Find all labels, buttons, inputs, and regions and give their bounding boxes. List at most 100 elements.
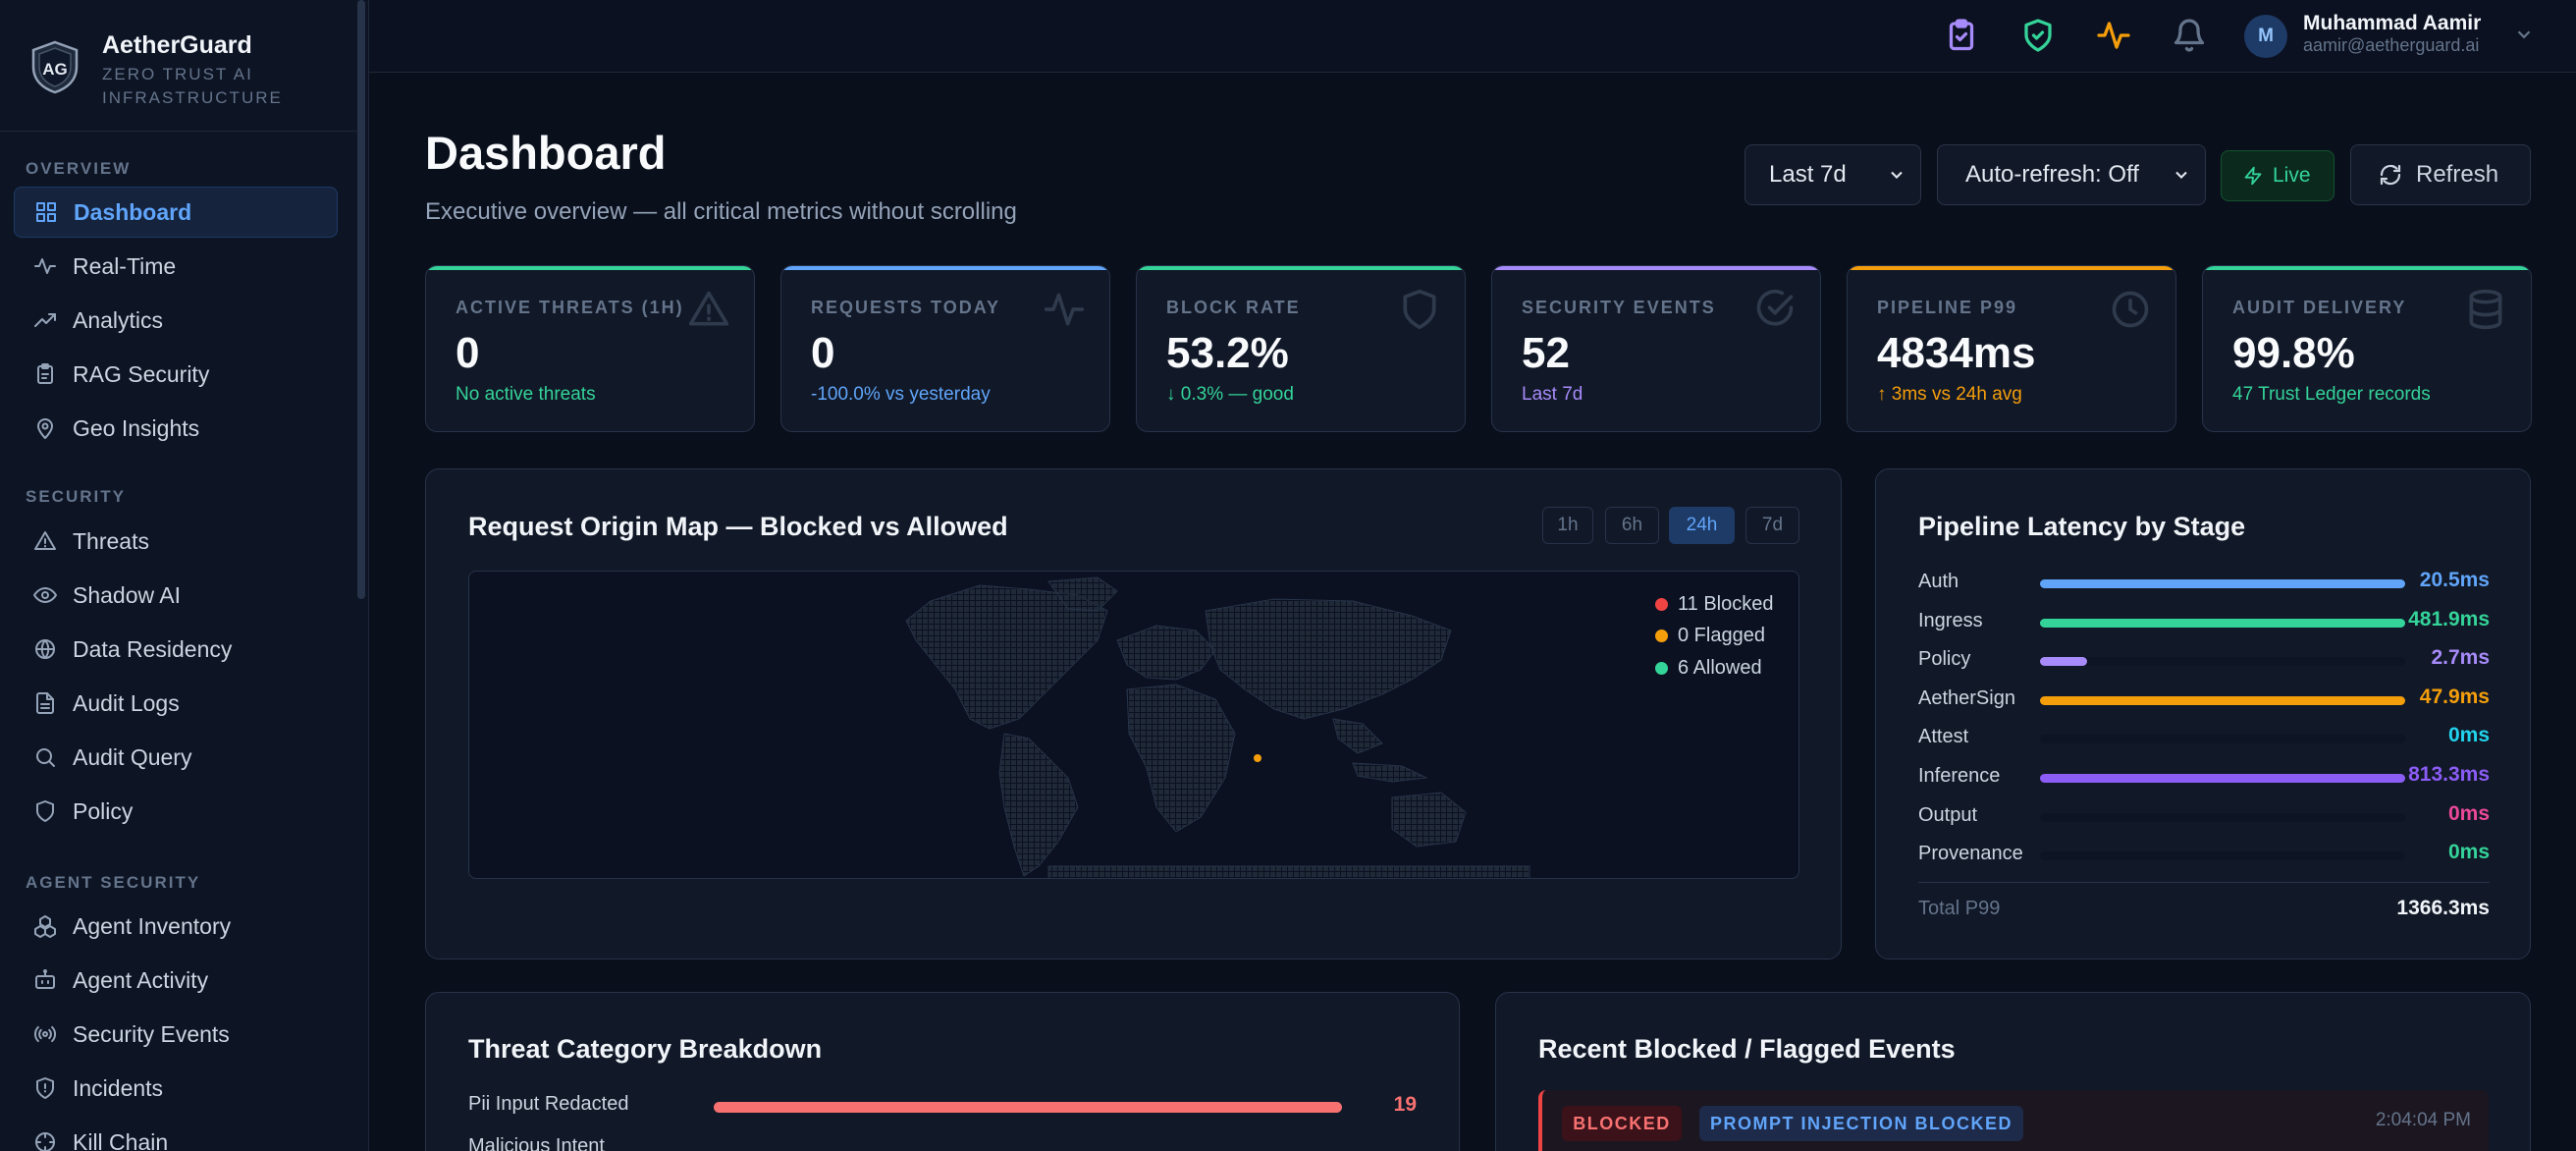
latency-stage-value: 0ms [2447,724,2490,747]
user-name[interactable]: Muhammad Aamir [2303,12,2481,35]
range-select[interactable]: Last 7d [1744,144,1921,205]
latency-row-output[interactable]: Output 0ms [1918,796,2490,836]
clipboard-check-icon[interactable] [1944,18,1979,53]
zap-icon [2244,166,2262,186]
latency-stage-value: 481.9ms [2408,607,2490,630]
world-map[interactable] [468,571,1799,879]
kpi-label: REQUESTS TODAY [811,298,1001,317]
kpi-card-pipeline-p99[interactable]: PIPELINE P99 4834ms ↑ 3ms vs 24h avg [1847,265,2176,432]
legend-flagged: 0 Flagged [1655,625,1765,647]
sidebar-item-data-residency[interactable]: Data Residency [14,624,338,675]
latency-stage-name: Attest [1918,726,1969,748]
eye-icon [33,587,57,603]
kpi-value: 53.2% [1166,329,1289,377]
live-label: Live [2273,164,2311,187]
sidebar-item-threats[interactable]: Threats [14,516,338,567]
sidebar-item-label: Policy [73,797,134,824]
map-pin-icon [37,418,53,439]
shield-check-icon[interactable] [2020,18,2056,53]
latency-row-inference[interactable]: Inference 813.3ms [1918,757,2490,796]
refresh-label: Refresh [2416,161,2499,188]
kpi-card-audit-delivery[interactable]: AUDIT DELIVERY 99.8% 47 Trust Ledger rec… [2202,265,2532,432]
kpi-card-block-rate[interactable]: BLOCK RATE 53.2% ↓ 0.3% — good [1136,265,1466,432]
sidebar-item-audit-logs[interactable]: Audit Logs [14,678,338,729]
latency-row-ingress[interactable]: Ingress 481.9ms [1918,602,2490,641]
kpi-card-security-events[interactable]: SECURITY EVENTS 52 Last 7d [1491,265,1821,432]
avatar[interactable]: M [2244,15,2287,58]
sidebar-item-real-time[interactable]: Real-Time [14,241,338,292]
kpi-value: 0 [456,329,480,377]
threat-panel [425,992,1460,1151]
range-pill-1h[interactable]: 1h [1542,507,1593,544]
chevron-down-icon [2175,171,2187,179]
sidebar-item-label: Data Residency [73,635,233,662]
check-circle-icon [1756,289,1794,326]
sidebar-item-audit-query[interactable]: Audit Query [14,732,338,783]
brand[interactable]: AG AetherGuard ZERO TRUST AI INFRASTRUCT… [0,0,357,132]
range-pill-24h[interactable]: 24h [1669,507,1735,544]
flagged-marker[interactable] [1254,754,1261,762]
chevron-down-icon [1891,171,1903,179]
sidebar-item-security-events[interactable]: Security Events [14,1009,338,1060]
autorefresh-value: Auto-refresh: Off [1965,161,2139,188]
sidebar-item-rag-security[interactable]: RAG Security [14,349,338,400]
legend-label: 0 Flagged [1678,625,1765,646]
map-title: Request Origin Map — Blocked vs Allowed [468,512,1008,541]
alert-triangle-icon [34,531,56,550]
latency-stage-value: 20.5ms [2419,569,2490,591]
sidebar-item-incidents[interactable]: Incidents [14,1063,338,1114]
search-icon [36,748,55,767]
event-row[interactable]: BLOCKED PROMPT INJECTION BLOCKED 2:04:04… [1538,1090,2489,1151]
kpi-label: PIPELINE P99 [1877,298,2018,317]
latency-total-value: 1366.3ms [2396,897,2490,919]
sidebar-item-agent-inventory[interactable]: Agent Inventory [14,901,338,952]
sidebar-item-label: Audit Query [73,743,192,770]
kpi-value: 99.8% [2232,329,2355,377]
latency-stage-value: 47.9ms [2419,685,2490,708]
latency-row-provenance[interactable]: Provenance 0ms [1918,835,2490,874]
pulse-icon[interactable] [2096,18,2131,53]
latency-row-policy[interactable]: Policy 2.7ms [1918,640,2490,680]
refresh-button[interactable]: Refresh [2350,144,2531,205]
sidebar-item-label: Geo Insights [73,414,200,441]
latency-row-aethersign[interactable]: AetherSign 47.9ms [1918,680,2490,719]
latency-divider [1918,882,2490,883]
sidebar-item-kill-chain[interactable]: Kill Chain [14,1117,338,1151]
kpi-value: 4834ms [1877,329,2036,377]
autorefresh-select[interactable]: Auto-refresh: Off [1937,144,2206,205]
range-select-value: Last 7d [1769,161,1847,188]
latency-fill [2040,657,2088,667]
kpi-accent-bar [1848,266,2175,270]
threat-value: 19 [1393,1093,1417,1116]
sidebar-item-label: Kill Chain [73,1128,169,1151]
brand-name: AetherGuard [102,31,252,59]
event-type-badge: PROMPT INJECTION BLOCKED [1699,1106,2023,1141]
sidebar-item-dashboard[interactable]: Dashboard [14,187,338,238]
latency-track [2040,812,2405,822]
kpi-card-active-threats[interactable]: ACTIVE THREATS (1H) 0 No active threats [425,265,755,432]
live-toggle[interactable]: Live [2221,150,2334,201]
bell-icon[interactable] [2172,18,2207,53]
sidebar-item-shadow-ai[interactable]: Shadow AI [14,570,338,621]
threat-fill [714,1102,1342,1113]
legend-dot [1655,630,1668,642]
latency-stage-value: 0ms [2447,801,2490,825]
logo-text: AG [42,60,68,79]
chevron-down-icon[interactable] [2513,24,2535,45]
latency-row-attest[interactable]: Attest 0ms [1918,718,2490,757]
latency-row-auth[interactable]: Auth 20.5ms [1918,563,2490,602]
range-pill-7d[interactable]: 7d [1745,507,1799,544]
sidebar-item-label: Incidents [73,1074,164,1101]
kpi-accent-bar [1137,266,1465,270]
sidebar-item-policy[interactable]: Policy [14,786,338,837]
legend-label: 11 Blocked [1678,593,1774,615]
kpi-card-requests-today[interactable]: REQUESTS TODAY 0 -100.0% vs yesterday [780,265,1110,432]
range-pill-6h[interactable]: 6h [1605,507,1659,544]
latency-fill [2040,618,2405,628]
sidebar-scrollbar[interactable] [357,0,365,599]
latency-fill [2040,695,2405,705]
sidebar-item-geo-insights[interactable]: Geo Insights [14,403,338,454]
sidebar-item-agent-activity[interactable]: Agent Activity [14,955,338,1006]
sidebar-item-analytics[interactable]: Analytics [14,295,338,346]
latency-stage-name: AetherSign [1918,686,2015,709]
